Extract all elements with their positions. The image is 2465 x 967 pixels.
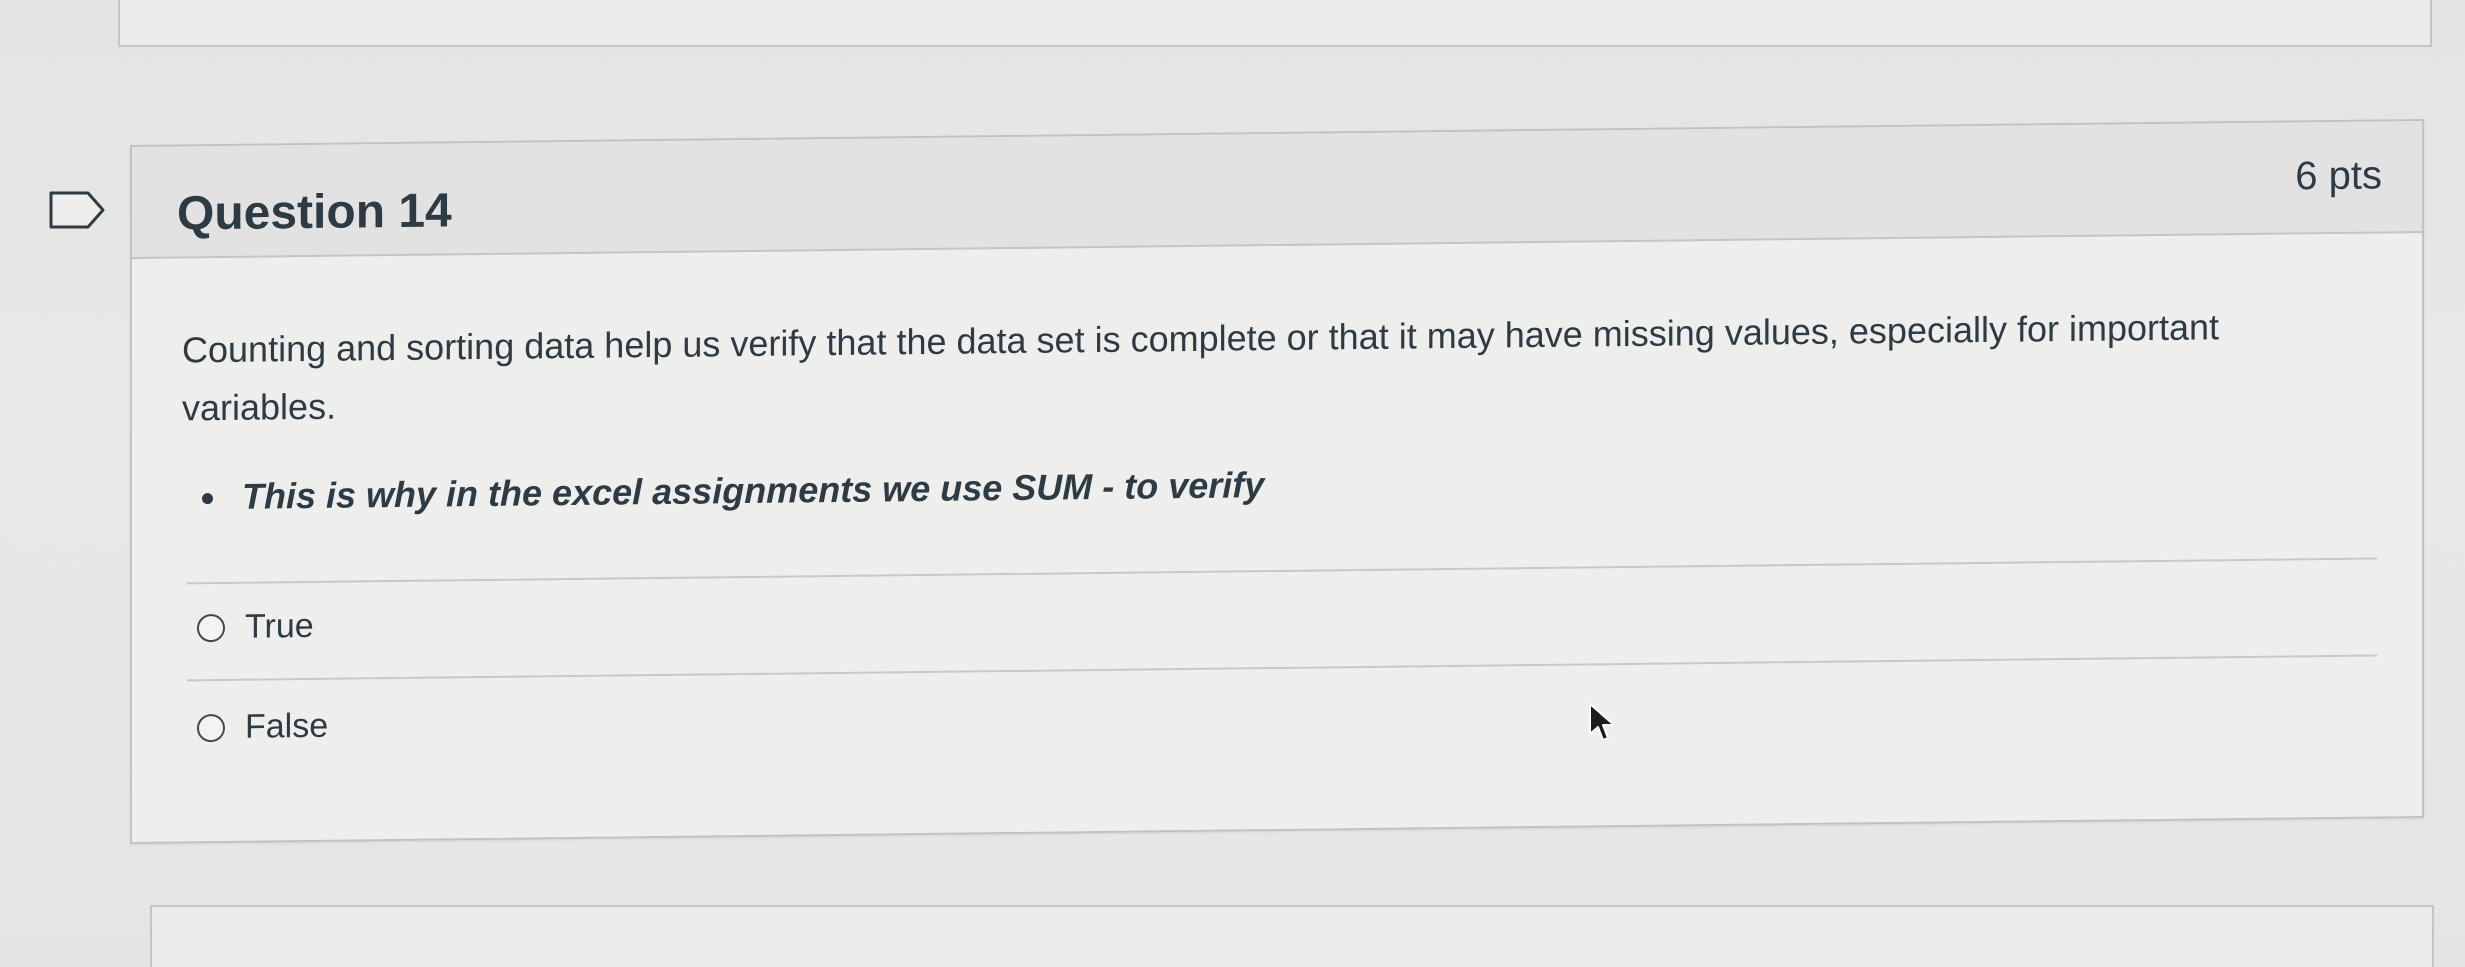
question-text: Counting and sorting data help us verify… <box>182 306 2220 429</box>
next-question-card <box>150 905 2434 967</box>
flag-question-icon[interactable] <box>48 190 108 230</box>
bullet-text: This is why in the excel assignments we … <box>242 464 1265 517</box>
answer-label-false: False <box>245 706 329 746</box>
answer-option-false[interactable]: False <box>197 707 328 747</box>
question-card: Question 14 6 pts Counting and sorting d… <box>130 118 2424 844</box>
question-points: 6 pts <box>2295 153 2382 199</box>
previous-question-card <box>118 0 2432 47</box>
mouse-pointer-icon <box>1589 703 1615 741</box>
answers-divider-top <box>187 557 2377 585</box>
question-header: Question 14 6 pts <box>132 120 2422 259</box>
question-bullet-list: This is why in the excel assignments we … <box>202 464 1264 518</box>
answer-label-true: True <box>245 606 314 646</box>
question-title: Question 14 <box>177 184 452 241</box>
radio-button-true[interactable] <box>197 613 225 642</box>
answers-divider-middle <box>187 654 2377 682</box>
radio-button-false[interactable] <box>197 713 225 742</box>
answer-option-true[interactable]: True <box>197 607 314 647</box>
bullet-item: This is why in the excel assignments we … <box>202 464 1264 518</box>
bullet-icon <box>202 493 213 505</box>
